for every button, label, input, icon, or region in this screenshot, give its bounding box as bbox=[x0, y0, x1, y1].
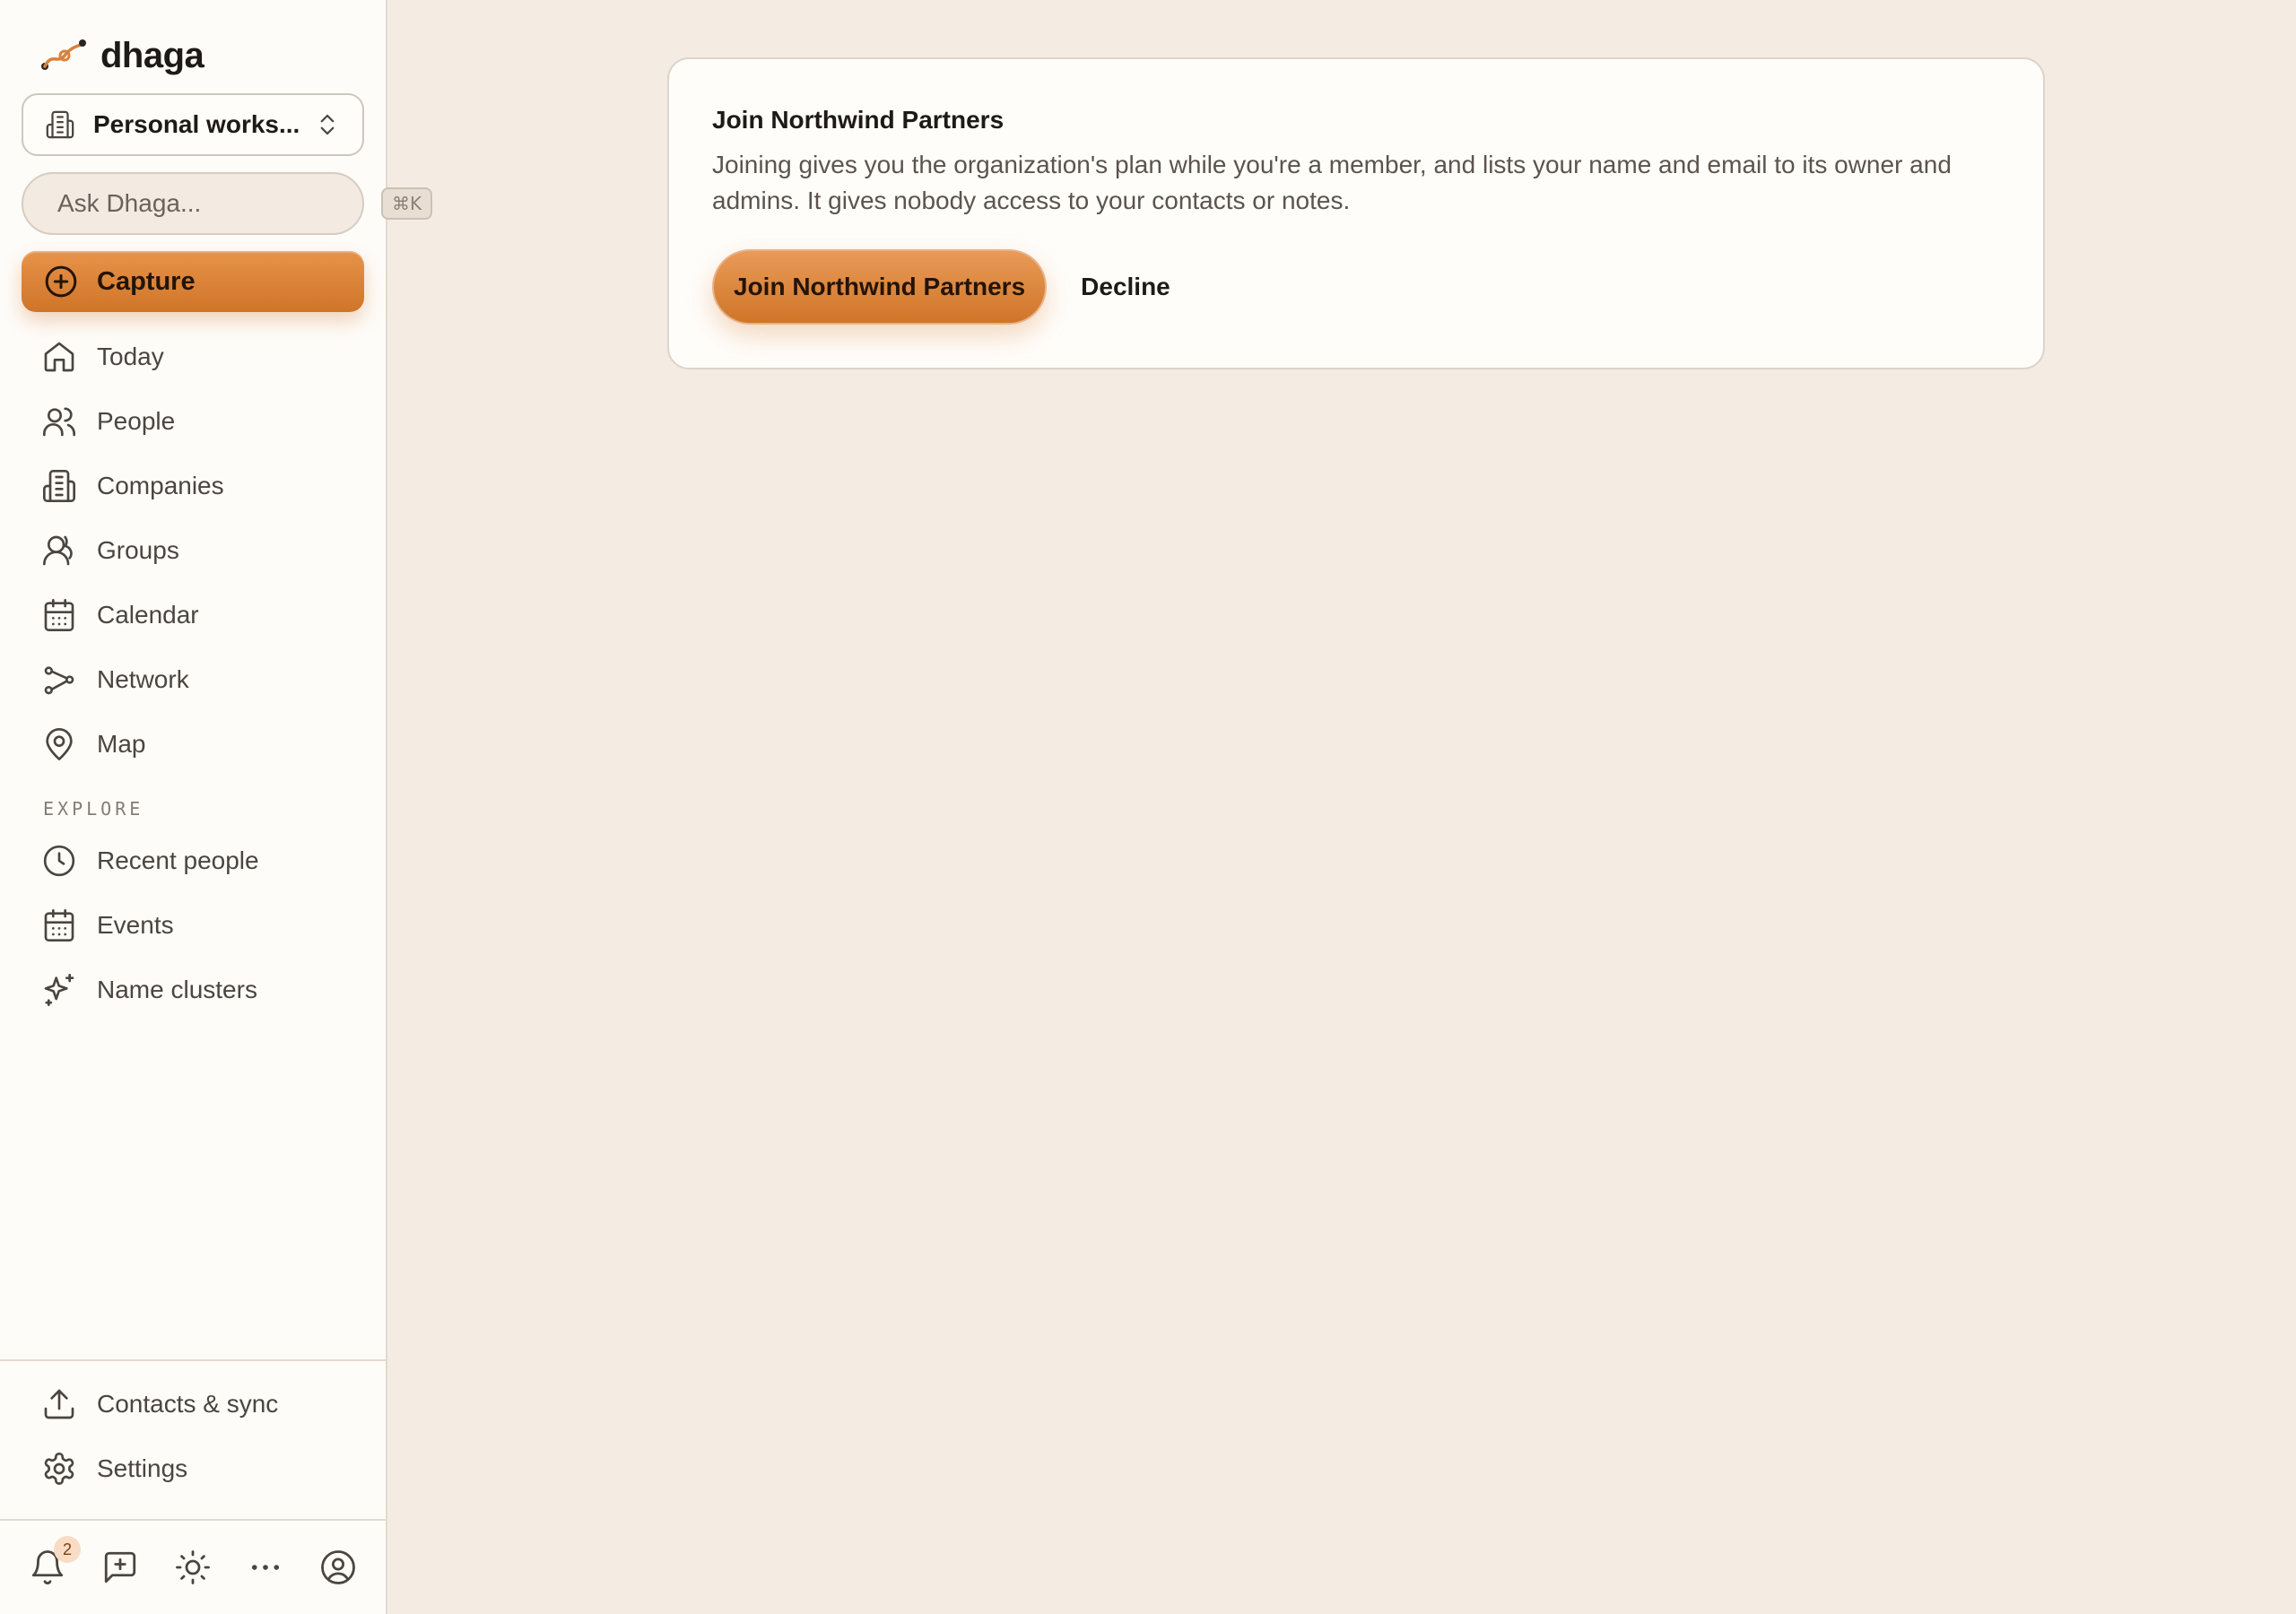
nav-item-today[interactable]: Today bbox=[0, 325, 386, 389]
nav-item-contacts-sync[interactable]: Contacts & sync bbox=[0, 1372, 386, 1436]
chevron-up-down-icon bbox=[320, 114, 335, 135]
org-invite-card: Join Northwind Partners Joining gives yo… bbox=[667, 57, 2045, 369]
invite-actions: Join Northwind Partners Decline bbox=[712, 249, 2000, 325]
nav-label: Groups bbox=[97, 536, 179, 564]
gear-icon bbox=[44, 1453, 74, 1485]
nav-label: Name clusters bbox=[97, 976, 257, 1003]
nav-item-network[interactable]: Network bbox=[0, 647, 386, 712]
workspace-switcher[interactable]: Personal works... bbox=[22, 93, 364, 156]
building-icon bbox=[43, 470, 75, 502]
nav-item-groups[interactable]: Groups bbox=[0, 518, 386, 583]
calendar-icon bbox=[44, 599, 74, 631]
sidebar-footer-toolbar: 2 bbox=[0, 1519, 386, 1614]
theme-toggle-button[interactable] bbox=[174, 1549, 212, 1586]
search-input[interactable] bbox=[57, 189, 381, 218]
ask-search[interactable]: ⌘K bbox=[22, 172, 433, 235]
home-icon bbox=[44, 342, 74, 372]
nav-label: Events bbox=[97, 911, 174, 939]
sparkles-icon bbox=[44, 974, 74, 1006]
calendar-icon bbox=[44, 909, 74, 941]
notification-count-badge: 2 bbox=[54, 1536, 81, 1563]
join-organization-button[interactable]: Join Northwind Partners bbox=[712, 249, 1048, 325]
plus-circle-icon bbox=[45, 265, 77, 298]
nav-label: Contacts & sync bbox=[97, 1390, 279, 1418]
account-button[interactable] bbox=[319, 1549, 357, 1586]
new-message-button[interactable] bbox=[101, 1549, 139, 1586]
nav-item-name-clusters[interactable]: Name clusters bbox=[0, 958, 386, 1022]
nav-item-events[interactable]: Events bbox=[0, 893, 386, 958]
group-icon bbox=[43, 535, 73, 566]
nav-label: Today bbox=[97, 343, 164, 370]
nav-item-calendar[interactable]: Calendar bbox=[0, 583, 386, 647]
nav-label: Map bbox=[97, 730, 146, 758]
more-options-button[interactable] bbox=[247, 1549, 284, 1586]
nav-label: Network bbox=[97, 665, 189, 693]
capture-label: Capture bbox=[97, 266, 196, 296]
invite-description: Joining gives you the organization's pla… bbox=[712, 151, 1952, 214]
sidebar-bottom-nav: Contacts & sync Settings bbox=[0, 1359, 386, 1501]
network-icon bbox=[44, 666, 74, 695]
app-root: dhaga Personal works... ⌘K Capture bbox=[0, 0, 2296, 1614]
nav-label: People bbox=[97, 407, 176, 435]
invite-title: Join Northwind Partners bbox=[712, 106, 1004, 134]
app-name: dhaga bbox=[100, 35, 204, 75]
upload-icon bbox=[44, 1389, 74, 1419]
map-pin-icon bbox=[46, 728, 73, 760]
notifications-button[interactable]: 2 bbox=[29, 1536, 81, 1586]
user-circle-icon bbox=[321, 1550, 355, 1584]
clock-icon bbox=[43, 845, 75, 877]
decline-button[interactable]: Decline bbox=[1081, 273, 1170, 301]
explore-nav: Recent people Events Name clusters bbox=[0, 829, 386, 1022]
nav-label: Calendar bbox=[97, 601, 199, 629]
nav-label: Recent people bbox=[97, 846, 259, 874]
people-icon bbox=[43, 407, 75, 437]
sidebar: dhaga Personal works... ⌘K Capture bbox=[0, 0, 433, 1614]
nav-item-recent-people[interactable]: Recent people bbox=[0, 829, 386, 893]
more-horizontal-icon bbox=[251, 1565, 280, 1570]
workspace-label: Personal works... bbox=[93, 110, 300, 138]
nav-item-settings[interactable]: Settings bbox=[0, 1436, 386, 1501]
dhaga-logo-icon bbox=[41, 39, 86, 70]
brand[interactable]: dhaga bbox=[0, 27, 386, 84]
explore-section-label: EXPLORE bbox=[43, 798, 144, 820]
main-content: Join Northwind Partners Joining gives yo… bbox=[387, 0, 2296, 1614]
main-nav: Today People Companies Groups Calendar N… bbox=[0, 325, 386, 777]
message-plus-icon bbox=[104, 1551, 136, 1584]
sun-icon bbox=[176, 1550, 210, 1584]
nav-label: Settings bbox=[97, 1454, 188, 1482]
nav-label: Companies bbox=[97, 472, 224, 499]
capture-button[interactable]: Capture bbox=[22, 251, 364, 312]
nav-item-companies[interactable]: Companies bbox=[0, 454, 386, 518]
nav-item-people[interactable]: People bbox=[0, 389, 386, 454]
building-icon bbox=[46, 110, 74, 139]
nav-item-map[interactable]: Map bbox=[0, 712, 386, 777]
